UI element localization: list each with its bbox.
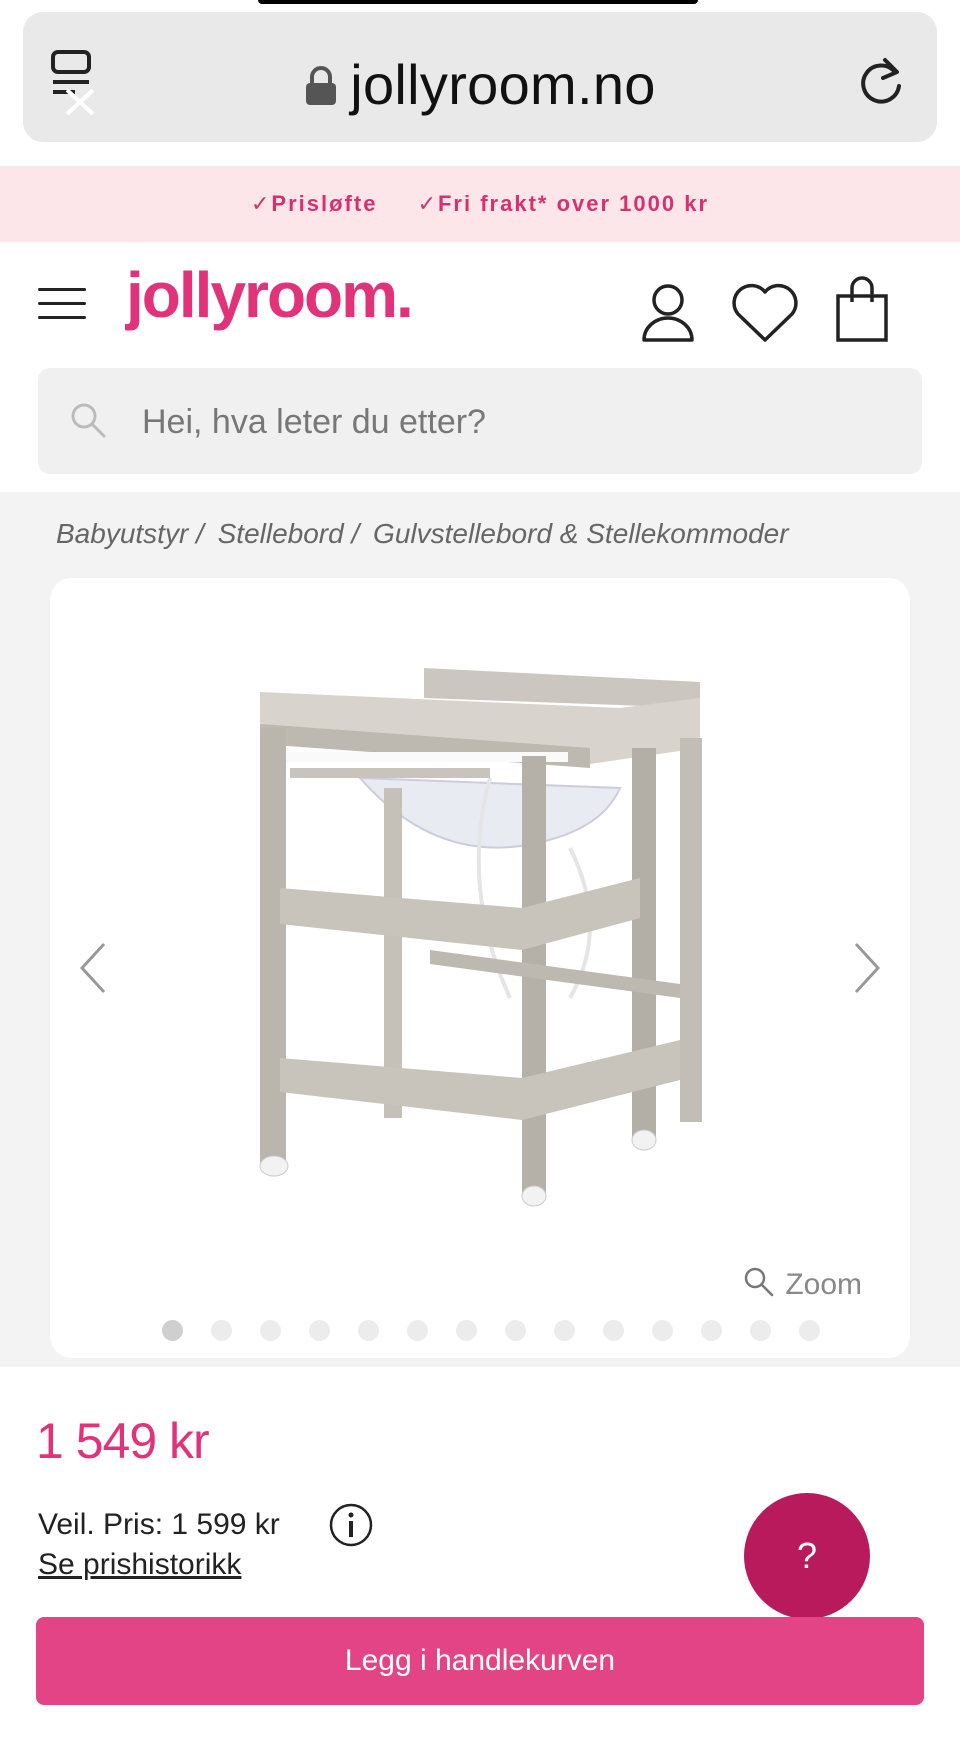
gallery-dot[interactable] (456, 1320, 477, 1341)
gallery-pagination (162, 1320, 848, 1342)
gallery-dot[interactable] (603, 1320, 624, 1341)
breadcrumb-item[interactable]: Stellebord / (218, 518, 360, 549)
search-input[interactable] (142, 390, 842, 454)
product-gallery-section: Babyutstyr / Stellebord / Gulvstellebord… (0, 492, 960, 1367)
bag-icon[interactable] (834, 276, 890, 344)
recommended-price: Veil. Pris: 1 599 kr (38, 1508, 280, 1541)
gallery-dot[interactable] (211, 1320, 232, 1341)
chevron-right-icon[interactable] (846, 938, 890, 998)
gallery-dot[interactable] (162, 1320, 183, 1341)
gallery-dot[interactable] (701, 1320, 722, 1341)
help-button[interactable]: ? (744, 1493, 870, 1619)
zoom-button[interactable]: Zoom (743, 1266, 862, 1302)
reload-icon[interactable] (855, 52, 907, 108)
add-to-cart-button[interactable]: Legg i handlekurven (36, 1617, 924, 1705)
gallery-dot[interactable] (652, 1320, 673, 1341)
gallery-dot[interactable] (799, 1320, 820, 1341)
promo-bar: ✓Prisløfte ✓Fri frakt* over 1000 kr (0, 166, 960, 242)
gallery-dot[interactable] (407, 1320, 428, 1341)
url-text[interactable]: jollyroom.no (23, 52, 937, 117)
breadcrumb: Babyutstyr / Stellebord / Gulvstellebord… (56, 518, 795, 550)
gallery-dot[interactable] (750, 1320, 771, 1341)
address-bar[interactable]: jollyroom.no (23, 12, 937, 142)
site-logo[interactable]: jollyroom. (126, 258, 414, 332)
promo-free-shipping: ✓Fri frakt* over 1000 kr (417, 191, 710, 216)
gallery-dot[interactable] (309, 1320, 330, 1341)
gallery-dot[interactable] (358, 1320, 379, 1341)
chevron-left-icon[interactable] (70, 938, 114, 998)
menu-icon[interactable] (38, 288, 86, 320)
user-icon[interactable] (640, 282, 696, 342)
browser-chrome: jollyroom.no (0, 0, 960, 162)
zoom-label: Zoom (785, 1268, 862, 1301)
magnifier-icon (745, 1267, 774, 1297)
search-bar[interactable] (38, 368, 922, 474)
device-notch (258, 0, 698, 4)
product-image[interactable] (220, 668, 760, 1258)
heart-icon[interactable] (730, 282, 800, 344)
gallery-dot[interactable] (505, 1320, 526, 1341)
url-label: jollyroom.no (350, 53, 656, 116)
info-icon[interactable] (328, 1502, 374, 1548)
price-history-link[interactable]: Se prishistorikk (38, 1548, 241, 1582)
search-icon (71, 403, 106, 438)
gallery-dot[interactable] (260, 1320, 281, 1341)
breadcrumb-item[interactable]: Gulvstellebord & Stellekommoder (373, 518, 789, 549)
site-header: jollyroom. (0, 242, 960, 362)
breadcrumb-item[interactable]: Babyutstyr / (56, 518, 204, 549)
product-image-card: Zoom (50, 578, 910, 1358)
gallery-dot[interactable] (554, 1320, 575, 1341)
lock-icon (306, 66, 337, 105)
promo-price-promise: ✓Prisløfte (250, 191, 378, 216)
product-price: 1 549 kr (36, 1413, 210, 1469)
